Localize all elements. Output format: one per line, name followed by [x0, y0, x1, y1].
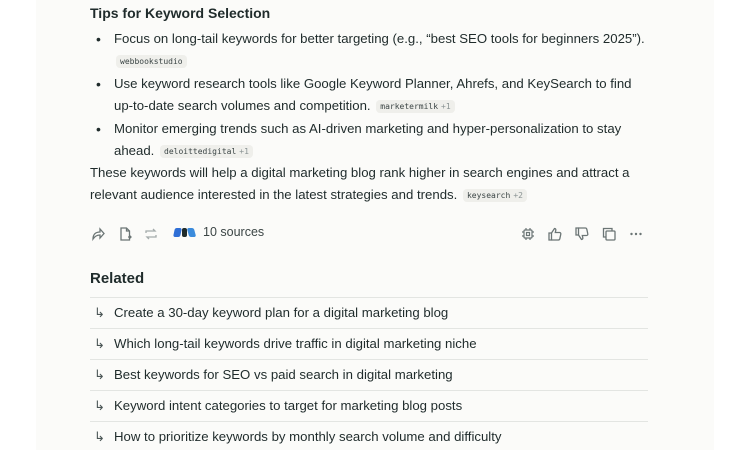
arrow-icon: ↳: [94, 429, 105, 444]
citation-chip[interactable]: marketermilk +1: [376, 100, 455, 114]
more-icon[interactable]: [628, 226, 644, 242]
citation-chip[interactable]: deloittedigital +1: [160, 145, 253, 159]
rewrite-icon[interactable]: [143, 226, 159, 242]
copy-icon[interactable]: [601, 226, 617, 242]
citation-source: keysearch: [466, 191, 511, 201]
related-list: ↳ Create a 30-day keyword plan for a dig…: [90, 297, 648, 452]
citation-extra-count: +2: [513, 191, 523, 201]
related-question-text: Best keywords for SEO vs paid search in …: [114, 367, 453, 382]
summary-text: These keywords will help a digital marke…: [90, 165, 630, 202]
export-icon[interactable]: [117, 226, 133, 242]
thumbs-down-icon[interactable]: [574, 226, 590, 242]
citation-chip[interactable]: webbookstudio: [116, 55, 187, 69]
chip-icon[interactable]: [520, 226, 536, 242]
related-question[interactable]: ↳ Which long-tail keywords drive traffic…: [90, 328, 648, 359]
related-question[interactable]: ↳ How to prioritize keywords by monthly …: [90, 421, 648, 452]
source-favicon: [173, 227, 182, 237]
bullet-dot: •: [96, 76, 101, 92]
arrow-icon: ↳: [94, 336, 105, 351]
section-heading: Tips for Keyword Selection: [90, 5, 271, 21]
related-question-text: Keyword intent categories to target for …: [114, 398, 463, 413]
tip-text: Use keyword research tools like Google K…: [114, 76, 632, 113]
citation-source: deloittedigital: [164, 147, 237, 157]
related-question[interactable]: ↳ Create a 30-day keyword plan for a dig…: [90, 297, 648, 328]
summary-paragraph: These keywords will help a digital marke…: [90, 162, 650, 206]
source-favicon: [186, 227, 197, 237]
citation-source: webbookstudio: [120, 57, 183, 67]
arrow-icon: ↳: [94, 398, 105, 413]
bullet-dot: •: [96, 31, 101, 47]
citation-extra-count: +1: [239, 147, 249, 157]
bullet-dot: •: [96, 121, 101, 137]
citation-extra-count: +1: [441, 102, 451, 112]
tips-list: • Focus on long-tail keywords for better…: [90, 28, 650, 163]
arrow-icon: ↳: [94, 305, 105, 320]
citation-chip[interactable]: keysearch +2: [462, 189, 527, 203]
citation-source: marketermilk: [380, 102, 439, 112]
thumbs-up-icon[interactable]: [547, 226, 563, 242]
arrow-icon: ↳: [94, 367, 105, 382]
related-question-text: Which long-tail keywords drive traffic i…: [114, 336, 477, 351]
related-question-text: How to prioritize keywords by monthly se…: [114, 429, 502, 444]
tip-item: • Use keyword research tools like Google…: [90, 73, 650, 117]
share-icon[interactable]: [90, 226, 106, 242]
related-question-text: Create a 30-day keyword plan for a digit…: [114, 305, 449, 320]
tip-item: • Focus on long-tail keywords for better…: [90, 28, 650, 72]
answer-toolbar: 10 sources: [90, 224, 648, 244]
sources-button[interactable]: 10 sources: [173, 225, 265, 239]
tip-text: Focus on long-tail keywords for better t…: [114, 31, 645, 46]
related-heading: Related: [90, 270, 145, 287]
related-question[interactable]: ↳ Keyword intent categories to target fo…: [90, 390, 648, 421]
related-question[interactable]: ↳ Best keywords for SEO vs paid search i…: [90, 359, 648, 390]
sources-label: 10 sources: [203, 225, 265, 239]
tip-item: • Monitor emerging trends such as AI-dri…: [90, 118, 650, 162]
